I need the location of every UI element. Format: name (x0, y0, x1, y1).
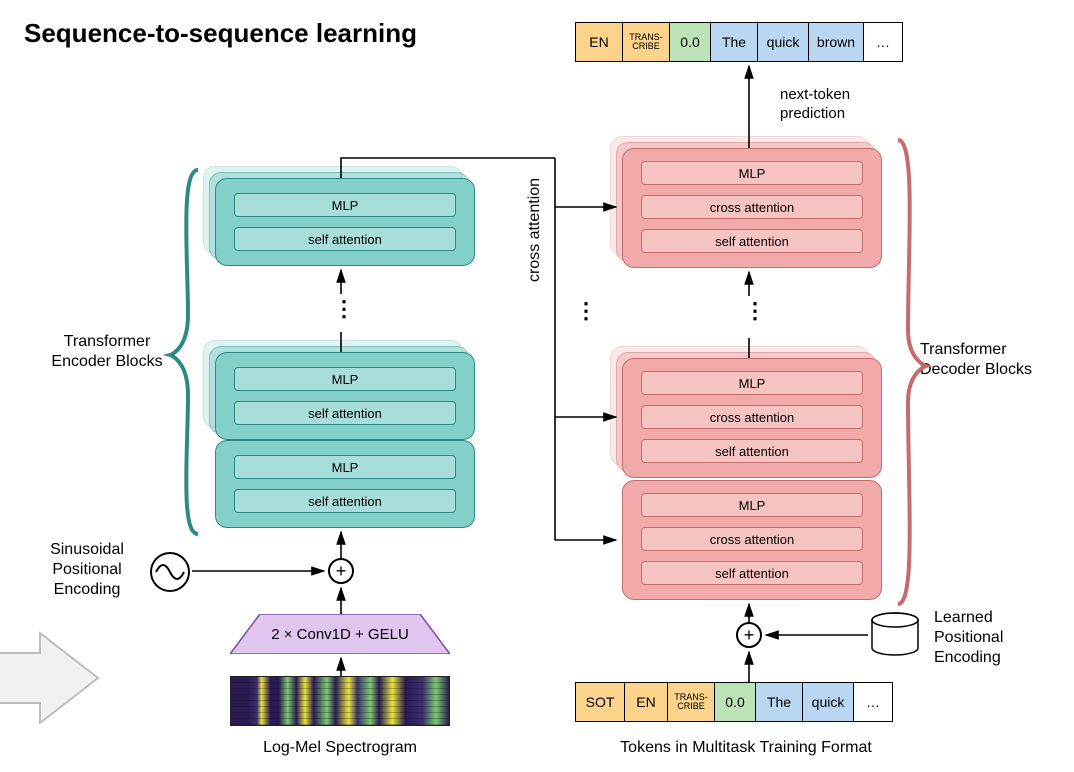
encoder-block-bottom: MLP self attention (215, 440, 475, 528)
cylinder-icon (870, 612, 920, 656)
output-token-row: ENTRANS-CRIBE0.0Thequickbrown… (576, 22, 903, 62)
cross-attention-label: cross attention (525, 120, 545, 340)
token: … (863, 22, 903, 62)
decoder-cross-attn: cross attention (641, 527, 863, 551)
token: … (853, 682, 893, 722)
sine-icon (150, 552, 190, 592)
decoder-blocks-label: Transformer Decoder Blocks (920, 340, 1060, 380)
page-title: Sequence-to-sequence learning (24, 18, 417, 49)
decoder-mlp: MLP (641, 371, 863, 395)
encoder-block-mid: MLP self attention (215, 352, 475, 440)
token: brown (808, 22, 864, 62)
token: The (755, 682, 803, 722)
token: quick (757, 22, 809, 62)
decoder-cross-attn: cross attention (641, 405, 863, 429)
oplus-encoder-icon: + (328, 558, 354, 584)
conv-label: 2 × Conv1D + GELU (230, 614, 450, 654)
decoder-self-attn: self attention (641, 229, 863, 253)
token: SOT (575, 682, 625, 722)
sinusoidal-pe-label: Sinusoidal Positional Encoding (32, 540, 142, 600)
decoder-block-mid: MLP cross attention self attention (622, 358, 882, 478)
oplus-decoder-icon: + (736, 622, 762, 648)
encoder-block-top: MLP self attention (215, 178, 475, 266)
token: 0.0 (714, 682, 756, 722)
encoder-ellipsis: ⋮ (333, 296, 358, 322)
decoder-mlp: MLP (641, 493, 863, 517)
big-arrow (0, 628, 100, 728)
decoder-self-attn: self attention (641, 439, 863, 463)
encoder-mlp: MLP (234, 193, 456, 217)
encoder-self-attn: self attention (234, 227, 456, 251)
token: TRANS-CRIBE (667, 682, 715, 722)
token: TRANS-CRIBE (622, 22, 670, 62)
token: EN (575, 22, 623, 62)
decoder-cross-attn: cross attention (641, 195, 863, 219)
encoder-mlp: MLP (234, 367, 456, 391)
decoder-ellipsis: ⋮ (744, 298, 769, 324)
spectrogram (230, 676, 450, 726)
cross-ellipsis: ⋮ (575, 298, 600, 324)
tokens-caption: Tokens in Multitask Training Format (576, 738, 916, 758)
next-token-label: next-token prediction (780, 86, 910, 124)
logmel-label: Log-Mel Spectrogram (230, 738, 450, 758)
learned-pe-label: Learned Positional Encoding (934, 608, 1054, 668)
input-token-row: SOTENTRANS-CRIBE0.0Thequick… (576, 682, 893, 722)
token: The (710, 22, 758, 62)
encoder-blocks-label: Transformer Encoder Blocks (32, 332, 182, 372)
decoder-self-attn: self attention (641, 561, 863, 585)
encoder-self-attn: self attention (234, 401, 456, 425)
decoder-mlp: MLP (641, 161, 863, 185)
encoder-self-attn: self attention (234, 489, 456, 513)
decoder-block-top: MLP cross attention self attention (622, 148, 882, 268)
decoder-block-bottom: MLP cross attention self attention (622, 480, 882, 600)
token: EN (624, 682, 668, 722)
token: quick (802, 682, 854, 722)
token: 0.0 (669, 22, 711, 62)
conv-block: 2 × Conv1D + GELU (230, 614, 450, 654)
encoder-mlp: MLP (234, 455, 456, 479)
